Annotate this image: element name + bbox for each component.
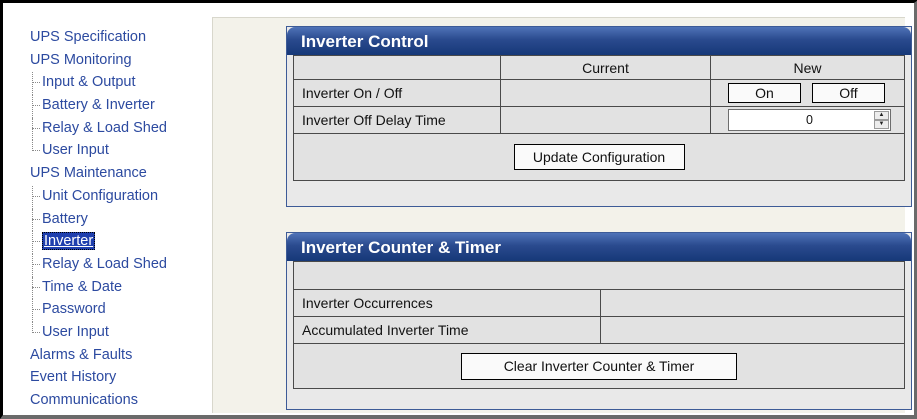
spinner-up-icon[interactable]: ▲	[874, 111, 889, 120]
column-header-new: New	[793, 59, 822, 76]
new-value-cell: 0 ▲ ▼	[711, 107, 904, 133]
panel-title: Inverter Control	[287, 27, 911, 55]
tree-connector	[32, 127, 40, 129]
nav-item-label[interactable]: UPS Maintenance	[30, 165, 147, 181]
nav-item-label[interactable]: Unit Configuration	[42, 188, 158, 204]
row-value	[601, 317, 903, 343]
table-row-actions: Update Configuration	[294, 134, 904, 180]
row-label: Inverter Off Delay Time	[294, 107, 501, 133]
nav-item-label[interactable]: User Input	[42, 324, 109, 340]
nav-item-user-input[interactable]: User Input	[30, 140, 210, 163]
row-label: Accumulated Inverter Time	[294, 317, 601, 343]
nav-item-event-history[interactable]: Event History	[30, 367, 210, 390]
row-value	[601, 290, 903, 316]
nav-item-label[interactable]: User Input	[42, 142, 109, 158]
nav-item-time-and-date[interactable]: Time & Date	[30, 276, 210, 300]
tree-connector	[32, 286, 40, 288]
tree-connector	[32, 117, 33, 141]
inverter-control-table: Current New Inverter On / Off On Off Inv…	[293, 55, 905, 181]
table-row-actions: Clear Inverter Counter & Timer	[294, 344, 904, 388]
nav-item-label[interactable]: Time & Date	[42, 279, 122, 295]
inverter-off-button[interactable]: Off	[812, 83, 885, 103]
table-row-inverter-on-off: Inverter On / Off On Off	[294, 80, 904, 107]
nav-item-label[interactable]: Relay & Load Shed	[42, 120, 167, 136]
tree-connector	[32, 253, 33, 277]
nav-item-battery-and-inverter[interactable]: Battery & Inverter	[30, 95, 210, 118]
counter-timer-table: Inverter Occurrences Accumulated Inverte…	[293, 261, 905, 389]
tree-connector	[32, 72, 33, 96]
header-blank	[294, 56, 501, 79]
table-header-row: Current New	[294, 56, 904, 80]
nav-item-ups-specification[interactable]: UPS Specification	[30, 27, 210, 50]
nav-item-label[interactable]: Password	[42, 301, 106, 317]
inverter-counter-timer-panel: Inverter Counter & Timer Inverter Occurr…	[286, 232, 912, 410]
panel-title: Inverter Counter & Timer	[287, 233, 911, 261]
tree-connector	[32, 150, 40, 152]
inverter-on-button[interactable]: On	[728, 83, 801, 103]
header-blank	[294, 262, 902, 289]
nav-item-relay-and-load-shed[interactable]: Relay & Load Shed	[30, 117, 210, 141]
nav-item-label[interactable]: UPS Monitoring	[30, 52, 132, 68]
nav-item-label[interactable]: Communications	[30, 392, 138, 408]
nav-item-label[interactable]: Battery	[42, 211, 88, 227]
column-header-current: Current	[501, 56, 711, 79]
tree-connector	[32, 231, 33, 254]
nav-item-label[interactable]: UPS Specification	[30, 29, 146, 45]
nav-item-alarms-and-faults[interactable]: Alarms & Faults	[30, 345, 210, 368]
tree-connector	[32, 309, 40, 311]
tree-connector	[32, 185, 33, 209]
tree-connector	[32, 263, 40, 265]
nav-item-inverter[interactable]: Inverter	[30, 231, 210, 254]
nav-item-password[interactable]: Password	[30, 299, 210, 322]
off-delay-time-spinner[interactable]: 0 ▲ ▼	[728, 109, 891, 131]
nav-item-ups-monitoring[interactable]: UPS Monitoring	[30, 50, 210, 73]
tree-connector	[32, 82, 40, 84]
navigation-tree: UPS Specification UPS Monitoring Input & O…	[30, 27, 210, 413]
clear-counter-timer-button[interactable]: Clear Inverter Counter & Timer	[461, 352, 737, 380]
tree-connector	[32, 218, 40, 220]
tree-connector	[32, 299, 33, 322]
tree-connector	[32, 208, 33, 232]
new-value-cell: On Off	[711, 80, 904, 106]
nav-item-input-and-output[interactable]: Input & Output	[30, 72, 210, 96]
nav-item-label[interactable]: Battery & Inverter	[42, 97, 155, 113]
inverter-control-panel: Inverter Control Current New Inverter On…	[286, 26, 912, 207]
spinner-value: 0	[806, 113, 813, 127]
tree-connector	[32, 95, 33, 118]
nav-item-label[interactable]: Alarms & Faults	[30, 347, 132, 363]
row-label: Inverter On / Off	[294, 80, 501, 106]
tree-connector	[32, 195, 40, 197]
nav-item-battery[interactable]: Battery	[30, 208, 210, 232]
nav-item-label[interactable]: Inverter	[42, 232, 96, 251]
tree-connector	[32, 241, 40, 243]
table-row-accumulated-inverter-time: Accumulated Inverter Time	[294, 317, 904, 344]
nav-item-label[interactable]: Relay & Load Shed	[42, 256, 167, 272]
update-configuration-button[interactable]: Update Configuration	[513, 144, 685, 170]
table-header-row	[294, 262, 904, 290]
table-row-off-delay: Inverter Off Delay Time 0 ▲ ▼	[294, 107, 904, 134]
tree-connector	[32, 105, 40, 107]
row-label: Inverter Occurrences	[294, 290, 601, 316]
nav-item-label[interactable]: Event History	[30, 369, 116, 385]
nav-item-communications[interactable]: Communications	[30, 390, 210, 413]
nav-item-ups-maintenance[interactable]: UPS Maintenance	[30, 163, 210, 186]
spinner-down-icon[interactable]: ▼	[874, 120, 889, 129]
tree-connector	[32, 276, 33, 300]
table-row-inverter-occurrences: Inverter Occurrences	[294, 290, 904, 317]
spinner-arrows: ▲ ▼	[874, 111, 889, 129]
tree-connector	[32, 331, 40, 333]
nav-item-unit-configuration[interactable]: Unit Configuration	[30, 185, 210, 209]
nav-item-user-input[interactable]: User Input	[30, 321, 210, 345]
current-value	[501, 80, 711, 106]
nav-item-relay-and-load-shed[interactable]: Relay & Load Shed	[30, 253, 210, 277]
nav-item-label[interactable]: Input & Output	[42, 74, 136, 90]
current-value	[501, 107, 711, 133]
